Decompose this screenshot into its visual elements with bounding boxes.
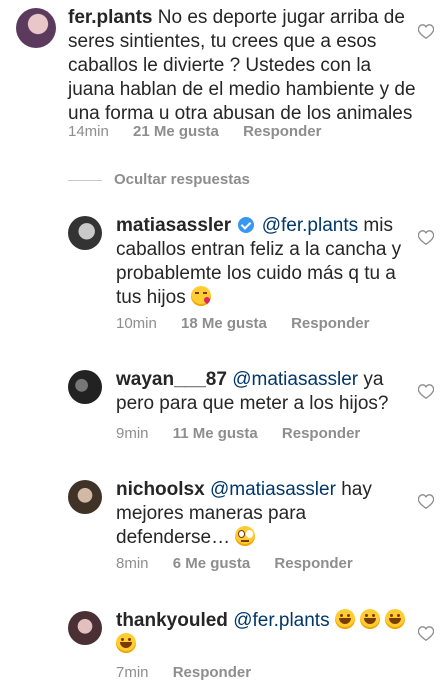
comment-body: matiasassler @fer.plants mis caballos en… bbox=[116, 214, 422, 310]
grinning-emoji bbox=[360, 609, 381, 629]
grinning-emoji bbox=[334, 609, 355, 629]
likes-count[interactable]: 21 Me gusta bbox=[133, 123, 219, 140]
comment-body: nichoolsx @matiasassler hay mejores mane… bbox=[116, 478, 422, 550]
mention-link[interactable]: @matiasassler bbox=[210, 479, 336, 500]
like-heart-icon[interactable] bbox=[418, 230, 434, 245]
grinning-emoji bbox=[385, 609, 406, 629]
reply-button[interactable]: Responder bbox=[243, 123, 321, 140]
comment-meta: 7min Responder bbox=[116, 664, 271, 681]
comment-body: wayan___87 @matiasassler ya pero para qu… bbox=[116, 368, 422, 416]
grinning-emoji bbox=[116, 633, 136, 653]
reply-button[interactable]: Responder bbox=[282, 425, 360, 442]
comment-time: 14min bbox=[68, 123, 109, 140]
avatar-nichoolsx[interactable] bbox=[68, 480, 102, 514]
reply-button[interactable]: Responder bbox=[173, 664, 251, 681]
comment-meta: 8min 6 Me gusta Responder bbox=[116, 555, 373, 572]
eye-roll-emoji bbox=[235, 526, 256, 546]
username-matiasassler[interactable]: matiasassler bbox=[116, 215, 231, 236]
comment-time: 7min bbox=[116, 664, 149, 681]
verified-icon bbox=[238, 217, 255, 233]
like-heart-icon[interactable] bbox=[418, 24, 434, 39]
likes-count[interactable]: 11 Me gusta bbox=[173, 425, 258, 442]
avatar-wayan[interactable] bbox=[68, 370, 102, 404]
likes-count[interactable]: 6 Me gusta bbox=[173, 555, 251, 572]
likes-count[interactable]: 18 Me gusta bbox=[181, 315, 267, 332]
comment-meta: 10min 18 Me gusta Responder bbox=[116, 315, 389, 332]
comment-meta: 9min 11 Me gusta Responder bbox=[116, 425, 380, 442]
comment-body: thankyouled @fer.plants bbox=[116, 609, 422, 657]
mention-link[interactable]: @matiasassler bbox=[232, 369, 358, 390]
reply-button[interactable]: Responder bbox=[274, 555, 352, 572]
avatar-thankyouled[interactable] bbox=[68, 611, 102, 645]
username-fer-plants[interactable]: fer.plants bbox=[68, 7, 152, 28]
avatar-fer-plants[interactable] bbox=[16, 8, 56, 48]
mention-link[interactable]: @fer.plants bbox=[262, 215, 358, 236]
comment-time: 8min bbox=[116, 555, 149, 572]
comment-time: 9min bbox=[116, 425, 149, 442]
comment-meta: 14min 21 Me gusta Responder bbox=[68, 123, 341, 140]
reply-button[interactable]: Responder bbox=[291, 315, 369, 332]
kiss-face-emoji bbox=[190, 286, 211, 306]
like-heart-icon[interactable] bbox=[418, 626, 434, 641]
like-heart-icon[interactable] bbox=[418, 494, 434, 509]
divider-line bbox=[68, 180, 102, 181]
like-heart-icon[interactable] bbox=[418, 384, 434, 399]
mention-link[interactable]: @fer.plants bbox=[233, 610, 329, 631]
hide-replies-button[interactable]: Ocultar respuestas bbox=[114, 171, 250, 188]
username-wayan[interactable]: wayan___87 bbox=[116, 369, 227, 390]
comment-body: fer.plants No es deporte jugar arriba de… bbox=[68, 6, 418, 126]
comment-time: 10min bbox=[116, 315, 157, 332]
username-thankyouled[interactable]: thankyouled bbox=[116, 610, 228, 631]
avatar-matiasassler[interactable] bbox=[68, 216, 102, 250]
username-nichoolsx[interactable]: nichoolsx bbox=[116, 479, 205, 500]
